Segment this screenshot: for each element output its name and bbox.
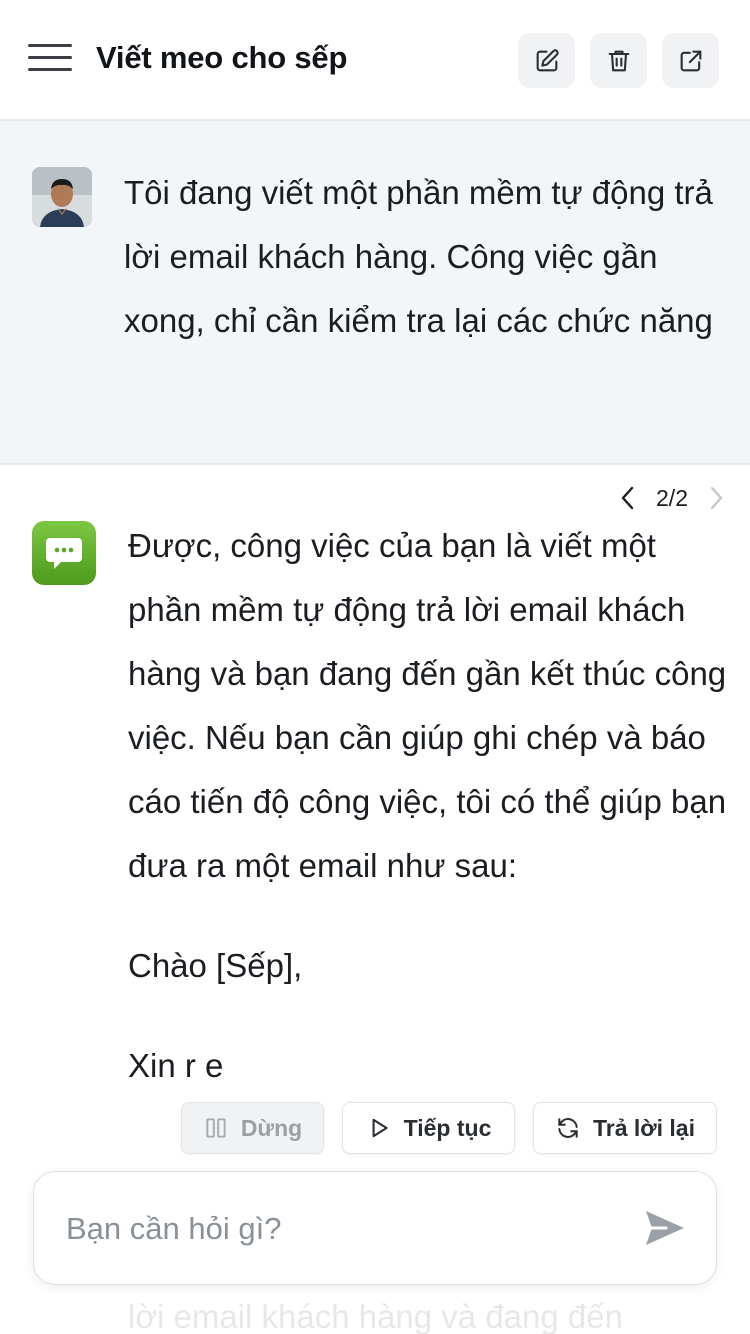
regenerate-button[interactable]: Trả lời lại: [533, 1102, 717, 1154]
edit-button[interactable]: [518, 33, 575, 88]
next-response-button[interactable]: [702, 478, 730, 518]
page-title: Viết meo cho sếp: [96, 40, 348, 75]
bot-paragraph-partial: Xin r e: [128, 1047, 224, 1084]
share-icon: [680, 50, 701, 71]
delete-button[interactable]: [590, 33, 647, 88]
edit-icon: [536, 48, 559, 71]
chat-bubble-icon: [46, 538, 82, 569]
stop-button[interactable]: Dừng: [181, 1102, 324, 1154]
chevron-left-icon: [621, 486, 634, 510]
avatar: [32, 167, 92, 227]
user-message-text: Tôi đang viết một phần mềm tự động trả l…: [124, 174, 713, 339]
pager-count: 2/2: [656, 484, 688, 511]
play-icon: [372, 1118, 388, 1138]
message-composer: [33, 1171, 717, 1285]
message-input[interactable]: [66, 1202, 626, 1256]
previous-response-button[interactable]: [614, 478, 642, 518]
continue-label: Tiếp tục: [403, 1114, 492, 1141]
bot-paragraph: Được, công việc của bạn là viết một phần…: [128, 527, 727, 884]
send-icon: [646, 1211, 684, 1245]
refresh-icon: [558, 1118, 578, 1138]
stop-label: Dừng: [240, 1114, 303, 1141]
bot-message-text: Được, công việc của bạn là viết một phần…: [128, 514, 728, 1098]
faded-background-text: lời email khách hàng và đang đến: [128, 1298, 623, 1334]
response-pager: 2/2: [614, 478, 730, 518]
share-button[interactable]: [662, 33, 719, 88]
app-header: Viết meo cho sếp: [0, 0, 750, 121]
send-button[interactable]: [642, 1205, 688, 1251]
pause-icon: [206, 1118, 226, 1138]
menu-icon[interactable]: [28, 43, 72, 73]
user-message: Tôi đang viết một phần mềm tự động trả l…: [0, 121, 750, 465]
bot-paragraph: Chào [Sếp],: [128, 947, 303, 984]
trash-icon: [608, 50, 629, 71]
chevron-right-icon: [710, 486, 723, 510]
regenerate-label: Trả lời lại: [592, 1114, 695, 1141]
bot-avatar: [32, 521, 96, 585]
continue-button[interactable]: Tiếp tục: [342, 1102, 515, 1154]
